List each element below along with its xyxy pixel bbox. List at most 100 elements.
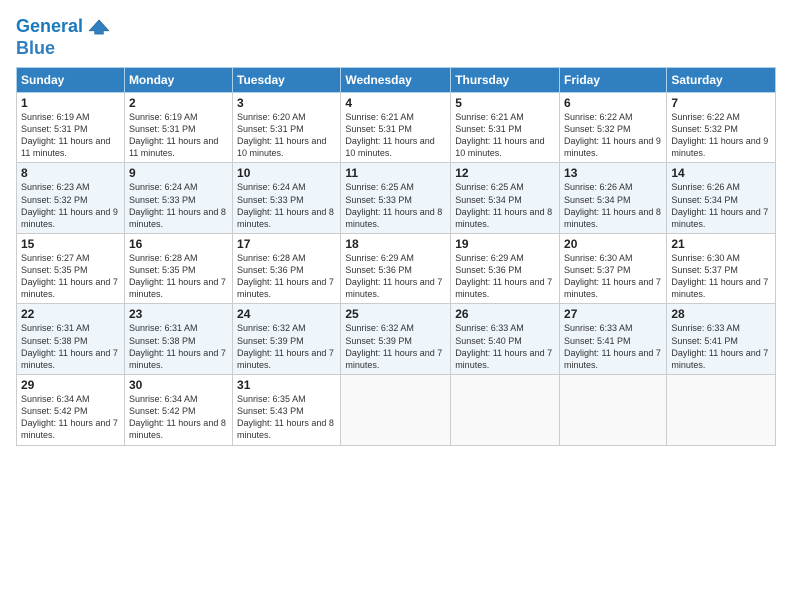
table-row bbox=[560, 375, 667, 446]
day-info: Sunrise: 6:33 AMSunset: 5:41 PMDaylight:… bbox=[671, 322, 771, 371]
day-number: 5 bbox=[455, 96, 555, 110]
day-info: Sunrise: 6:32 AMSunset: 5:39 PMDaylight:… bbox=[345, 322, 446, 371]
day-number: 9 bbox=[129, 166, 228, 180]
day-info: Sunrise: 6:28 AMSunset: 5:35 PMDaylight:… bbox=[129, 252, 228, 301]
day-info: Sunrise: 6:21 AMSunset: 5:31 PMDaylight:… bbox=[455, 111, 555, 160]
table-row: 27Sunrise: 6:33 AMSunset: 5:41 PMDayligh… bbox=[560, 304, 667, 375]
day-info: Sunrise: 6:24 AMSunset: 5:33 PMDaylight:… bbox=[129, 181, 228, 230]
table-row: 21Sunrise: 6:30 AMSunset: 5:37 PMDayligh… bbox=[667, 233, 776, 304]
day-info: Sunrise: 6:33 AMSunset: 5:41 PMDaylight:… bbox=[564, 322, 662, 371]
day-number: 3 bbox=[237, 96, 336, 110]
day-info: Sunrise: 6:34 AMSunset: 5:42 PMDaylight:… bbox=[21, 393, 120, 442]
table-row: 22Sunrise: 6:31 AMSunset: 5:38 PMDayligh… bbox=[17, 304, 125, 375]
day-number: 1 bbox=[21, 96, 120, 110]
day-number: 15 bbox=[21, 237, 120, 251]
day-info: Sunrise: 6:29 AMSunset: 5:36 PMDaylight:… bbox=[345, 252, 446, 301]
day-number: 18 bbox=[345, 237, 446, 251]
day-number: 30 bbox=[129, 378, 228, 392]
day-info: Sunrise: 6:30 AMSunset: 5:37 PMDaylight:… bbox=[564, 252, 662, 301]
day-info: Sunrise: 6:19 AMSunset: 5:31 PMDaylight:… bbox=[21, 111, 120, 160]
table-row: 23Sunrise: 6:31 AMSunset: 5:38 PMDayligh… bbox=[124, 304, 232, 375]
day-info: Sunrise: 6:26 AMSunset: 5:34 PMDaylight:… bbox=[564, 181, 662, 230]
table-row: 18Sunrise: 6:29 AMSunset: 5:36 PMDayligh… bbox=[341, 233, 451, 304]
table-row bbox=[341, 375, 451, 446]
day-number: 16 bbox=[129, 237, 228, 251]
calendar: Sunday Monday Tuesday Wednesday Thursday… bbox=[16, 67, 776, 446]
header-wednesday: Wednesday bbox=[341, 67, 451, 92]
table-row: 28Sunrise: 6:33 AMSunset: 5:41 PMDayligh… bbox=[667, 304, 776, 375]
day-info: Sunrise: 6:25 AMSunset: 5:34 PMDaylight:… bbox=[455, 181, 555, 230]
day-number: 25 bbox=[345, 307, 446, 321]
day-number: 12 bbox=[455, 166, 555, 180]
day-number: 28 bbox=[671, 307, 771, 321]
logo: General Blue bbox=[16, 16, 110, 59]
table-row: 25Sunrise: 6:32 AMSunset: 5:39 PMDayligh… bbox=[341, 304, 451, 375]
table-row: 7Sunrise: 6:22 AMSunset: 5:32 PMDaylight… bbox=[667, 92, 776, 163]
day-number: 4 bbox=[345, 96, 446, 110]
day-info: Sunrise: 6:22 AMSunset: 5:32 PMDaylight:… bbox=[564, 111, 662, 160]
table-row: 3Sunrise: 6:20 AMSunset: 5:31 PMDaylight… bbox=[233, 92, 341, 163]
day-number: 19 bbox=[455, 237, 555, 251]
table-row: 20Sunrise: 6:30 AMSunset: 5:37 PMDayligh… bbox=[560, 233, 667, 304]
table-row: 15Sunrise: 6:27 AMSunset: 5:35 PMDayligh… bbox=[17, 233, 125, 304]
day-number: 7 bbox=[671, 96, 771, 110]
day-info: Sunrise: 6:34 AMSunset: 5:42 PMDaylight:… bbox=[129, 393, 228, 442]
day-info: Sunrise: 6:33 AMSunset: 5:40 PMDaylight:… bbox=[455, 322, 555, 371]
table-row: 26Sunrise: 6:33 AMSunset: 5:40 PMDayligh… bbox=[451, 304, 560, 375]
day-info: Sunrise: 6:29 AMSunset: 5:36 PMDaylight:… bbox=[455, 252, 555, 301]
day-number: 31 bbox=[237, 378, 336, 392]
day-number: 17 bbox=[237, 237, 336, 251]
header-thursday: Thursday bbox=[451, 67, 560, 92]
day-info: Sunrise: 6:25 AMSunset: 5:33 PMDaylight:… bbox=[345, 181, 446, 230]
table-row: 4Sunrise: 6:21 AMSunset: 5:31 PMDaylight… bbox=[341, 92, 451, 163]
table-row: 19Sunrise: 6:29 AMSunset: 5:36 PMDayligh… bbox=[451, 233, 560, 304]
day-info: Sunrise: 6:31 AMSunset: 5:38 PMDaylight:… bbox=[129, 322, 228, 371]
logo-line2: Blue bbox=[16, 39, 110, 59]
day-number: 13 bbox=[564, 166, 662, 180]
table-row: 24Sunrise: 6:32 AMSunset: 5:39 PMDayligh… bbox=[233, 304, 341, 375]
table-row: 12Sunrise: 6:25 AMSunset: 5:34 PMDayligh… bbox=[451, 163, 560, 234]
day-number: 11 bbox=[345, 166, 446, 180]
header-monday: Monday bbox=[124, 67, 232, 92]
day-number: 2 bbox=[129, 96, 228, 110]
day-number: 27 bbox=[564, 307, 662, 321]
day-info: Sunrise: 6:35 AMSunset: 5:43 PMDaylight:… bbox=[237, 393, 336, 442]
table-row: 31Sunrise: 6:35 AMSunset: 5:43 PMDayligh… bbox=[233, 375, 341, 446]
day-info: Sunrise: 6:32 AMSunset: 5:39 PMDaylight:… bbox=[237, 322, 336, 371]
table-row: 10Sunrise: 6:24 AMSunset: 5:33 PMDayligh… bbox=[233, 163, 341, 234]
day-info: Sunrise: 6:23 AMSunset: 5:32 PMDaylight:… bbox=[21, 181, 120, 230]
day-number: 8 bbox=[21, 166, 120, 180]
day-number: 26 bbox=[455, 307, 555, 321]
table-row: 8Sunrise: 6:23 AMSunset: 5:32 PMDaylight… bbox=[17, 163, 125, 234]
day-info: Sunrise: 6:26 AMSunset: 5:34 PMDaylight:… bbox=[671, 181, 771, 230]
day-info: Sunrise: 6:20 AMSunset: 5:31 PMDaylight:… bbox=[237, 111, 336, 160]
day-number: 10 bbox=[237, 166, 336, 180]
table-row: 2Sunrise: 6:19 AMSunset: 5:31 PMDaylight… bbox=[124, 92, 232, 163]
calendar-header-row: Sunday Monday Tuesday Wednesday Thursday… bbox=[17, 67, 776, 92]
table-row: 16Sunrise: 6:28 AMSunset: 5:35 PMDayligh… bbox=[124, 233, 232, 304]
table-row: 6Sunrise: 6:22 AMSunset: 5:32 PMDaylight… bbox=[560, 92, 667, 163]
day-number: 21 bbox=[671, 237, 771, 251]
header-saturday: Saturday bbox=[667, 67, 776, 92]
table-row: 29Sunrise: 6:34 AMSunset: 5:42 PMDayligh… bbox=[17, 375, 125, 446]
day-info: Sunrise: 6:21 AMSunset: 5:31 PMDaylight:… bbox=[345, 111, 446, 160]
table-row: 30Sunrise: 6:34 AMSunset: 5:42 PMDayligh… bbox=[124, 375, 232, 446]
day-number: 23 bbox=[129, 307, 228, 321]
table-row bbox=[451, 375, 560, 446]
day-number: 14 bbox=[671, 166, 771, 180]
day-number: 20 bbox=[564, 237, 662, 251]
table-row: 13Sunrise: 6:26 AMSunset: 5:34 PMDayligh… bbox=[560, 163, 667, 234]
day-info: Sunrise: 6:22 AMSunset: 5:32 PMDaylight:… bbox=[671, 111, 771, 160]
table-row bbox=[667, 375, 776, 446]
header-tuesday: Tuesday bbox=[233, 67, 341, 92]
header-friday: Friday bbox=[560, 67, 667, 92]
day-number: 22 bbox=[21, 307, 120, 321]
table-row: 14Sunrise: 6:26 AMSunset: 5:34 PMDayligh… bbox=[667, 163, 776, 234]
table-row: 11Sunrise: 6:25 AMSunset: 5:33 PMDayligh… bbox=[341, 163, 451, 234]
table-row: 17Sunrise: 6:28 AMSunset: 5:36 PMDayligh… bbox=[233, 233, 341, 304]
table-row: 1Sunrise: 6:19 AMSunset: 5:31 PMDaylight… bbox=[17, 92, 125, 163]
header-sunday: Sunday bbox=[17, 67, 125, 92]
day-number: 24 bbox=[237, 307, 336, 321]
table-row: 5Sunrise: 6:21 AMSunset: 5:31 PMDaylight… bbox=[451, 92, 560, 163]
day-info: Sunrise: 6:19 AMSunset: 5:31 PMDaylight:… bbox=[129, 111, 228, 160]
